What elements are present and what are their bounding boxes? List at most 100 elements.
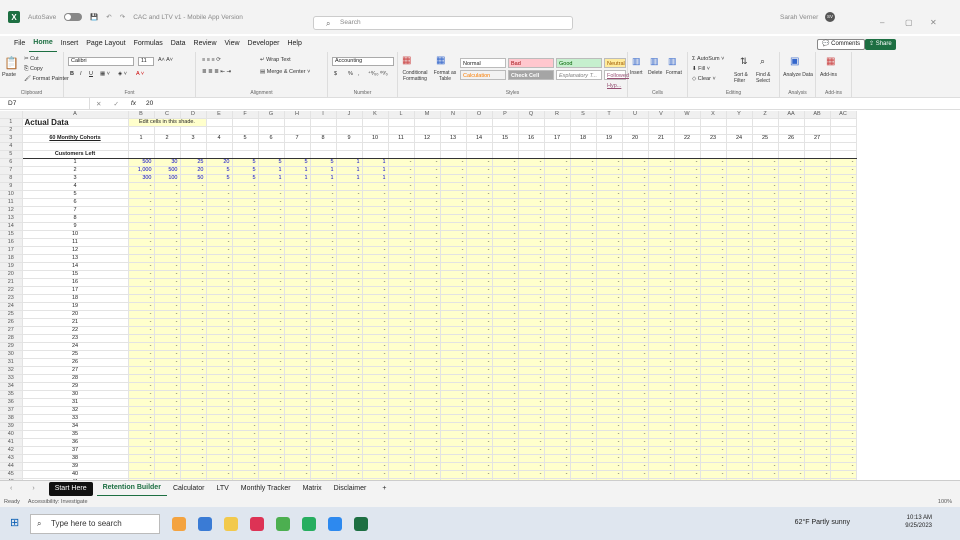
cell[interactable] (778, 142, 805, 151)
empty-cell[interactable]: - (466, 470, 493, 479)
empty-cell[interactable]: - (414, 430, 441, 439)
cohort-header[interactable]: 8 (310, 134, 337, 143)
column-header[interactable]: O (466, 111, 493, 119)
empty-cell[interactable]: - (752, 230, 779, 239)
empty-cell[interactable]: - (414, 350, 441, 359)
empty-cell[interactable]: - (466, 390, 493, 399)
empty-cell[interactable]: - (752, 294, 779, 303)
empty-cell[interactable]: - (258, 294, 285, 303)
empty-cell[interactable]: - (752, 206, 779, 215)
column-header[interactable]: N (440, 111, 467, 119)
cell[interactable] (700, 150, 727, 159)
empty-cell[interactable]: - (570, 438, 597, 447)
row-header[interactable]: 3 (0, 134, 23, 143)
empty-cell[interactable]: - (648, 278, 675, 287)
cell[interactable] (622, 150, 649, 159)
empty-cell[interactable]: - (128, 374, 155, 383)
empty-cell[interactable]: - (752, 222, 779, 231)
empty-cell[interactable]: - (830, 334, 857, 343)
empty-cell[interactable]: - (128, 238, 155, 247)
empty-cell[interactable]: - (622, 246, 649, 255)
style-calculation[interactable]: Calculation (460, 70, 506, 80)
input-cell[interactable]: 1 (336, 166, 363, 175)
cell[interactable] (648, 118, 675, 127)
input-cell[interactable]: 1 (336, 158, 363, 167)
empty-cell[interactable]: - (310, 270, 337, 279)
empty-cell[interactable]: - (674, 342, 701, 351)
empty-cell[interactable]: - (440, 230, 467, 239)
row-header[interactable]: 37 (0, 406, 23, 415)
empty-cell[interactable]: - (596, 198, 623, 207)
empty-cell[interactable]: - (258, 422, 285, 431)
empty-cell[interactable]: - (544, 430, 571, 439)
cell[interactable] (544, 142, 571, 151)
empty-cell[interactable]: - (128, 254, 155, 263)
empty-cell[interactable]: - (804, 294, 831, 303)
empty-cell[interactable]: - (440, 366, 467, 375)
empty-cell[interactable]: - (128, 302, 155, 311)
cell[interactable] (648, 150, 675, 159)
empty-cell[interactable]: - (466, 326, 493, 335)
empty-cell[interactable]: - (544, 398, 571, 407)
empty-cell[interactable]: - (804, 278, 831, 287)
cell[interactable] (22, 142, 129, 151)
empty-cell[interactable]: - (492, 438, 519, 447)
empty-cell[interactable]: - (414, 446, 441, 455)
column-header[interactable]: Y (726, 111, 753, 119)
cell[interactable] (622, 142, 649, 151)
empty-cell[interactable]: - (414, 206, 441, 215)
empty-cell[interactable]: - (466, 414, 493, 423)
column-header[interactable]: R (544, 111, 571, 119)
empty-cell[interactable]: - (180, 326, 207, 335)
input-cell[interactable]: 1 (362, 174, 389, 183)
cohort-number[interactable]: 29 (22, 382, 129, 391)
empty-cell[interactable]: - (726, 190, 753, 199)
empty-cell[interactable]: - (830, 414, 857, 423)
empty-cell[interactable]: - (544, 198, 571, 207)
empty-cell[interactable]: - (830, 438, 857, 447)
empty-cell[interactable]: - (206, 454, 233, 463)
empty-cell[interactable]: - (206, 334, 233, 343)
empty-cell[interactable]: - (726, 422, 753, 431)
empty-cell[interactable]: - (726, 438, 753, 447)
empty-cell[interactable]: - (648, 470, 675, 479)
empty-cell[interactable]: - (544, 294, 571, 303)
empty-cell[interactable]: - (180, 414, 207, 423)
percent-button[interactable]: % (348, 71, 353, 77)
empty-cell[interactable]: - (804, 222, 831, 231)
empty-cell[interactable]: - (726, 446, 753, 455)
sheet-title[interactable]: Actual Data (22, 118, 129, 127)
empty-cell[interactable]: - (544, 318, 571, 327)
empty-cell[interactable]: - (206, 286, 233, 295)
cut-button[interactable]: ✂ Cut (24, 56, 39, 62)
empty-cell[interactable]: - (414, 422, 441, 431)
empty-cell[interactable]: - (622, 158, 649, 167)
empty-cell[interactable]: - (830, 262, 857, 271)
cell[interactable] (466, 142, 493, 151)
edit-note[interactable]: Edit cells in this shade. (128, 118, 207, 127)
empty-cell[interactable]: - (284, 238, 311, 247)
empty-cell[interactable]: - (778, 438, 805, 447)
row-header[interactable]: 8 (0, 174, 23, 183)
empty-cell[interactable]: - (596, 414, 623, 423)
empty-cell[interactable]: - (232, 214, 259, 223)
cohort-number[interactable]: 39 (22, 462, 129, 471)
empty-cell[interactable]: - (570, 462, 597, 471)
cell[interactable] (388, 126, 415, 135)
empty-cell[interactable]: - (206, 246, 233, 255)
empty-cell[interactable]: - (336, 286, 363, 295)
empty-cell[interactable]: - (570, 366, 597, 375)
cell[interactable] (258, 142, 285, 151)
empty-cell[interactable]: - (752, 406, 779, 415)
empty-cell[interactable]: - (726, 310, 753, 319)
formula-input[interactable]: 20 (142, 100, 153, 107)
empty-cell[interactable]: - (492, 278, 519, 287)
empty-cell[interactable]: - (492, 310, 519, 319)
cohort-header[interactable]: 7 (284, 134, 311, 143)
empty-cell[interactable]: - (362, 302, 389, 311)
empty-cell[interactable]: - (518, 254, 545, 263)
empty-cell[interactable]: - (596, 214, 623, 223)
empty-cell[interactable]: - (752, 358, 779, 367)
empty-cell[interactable]: - (674, 302, 701, 311)
empty-cell[interactable]: - (596, 438, 623, 447)
